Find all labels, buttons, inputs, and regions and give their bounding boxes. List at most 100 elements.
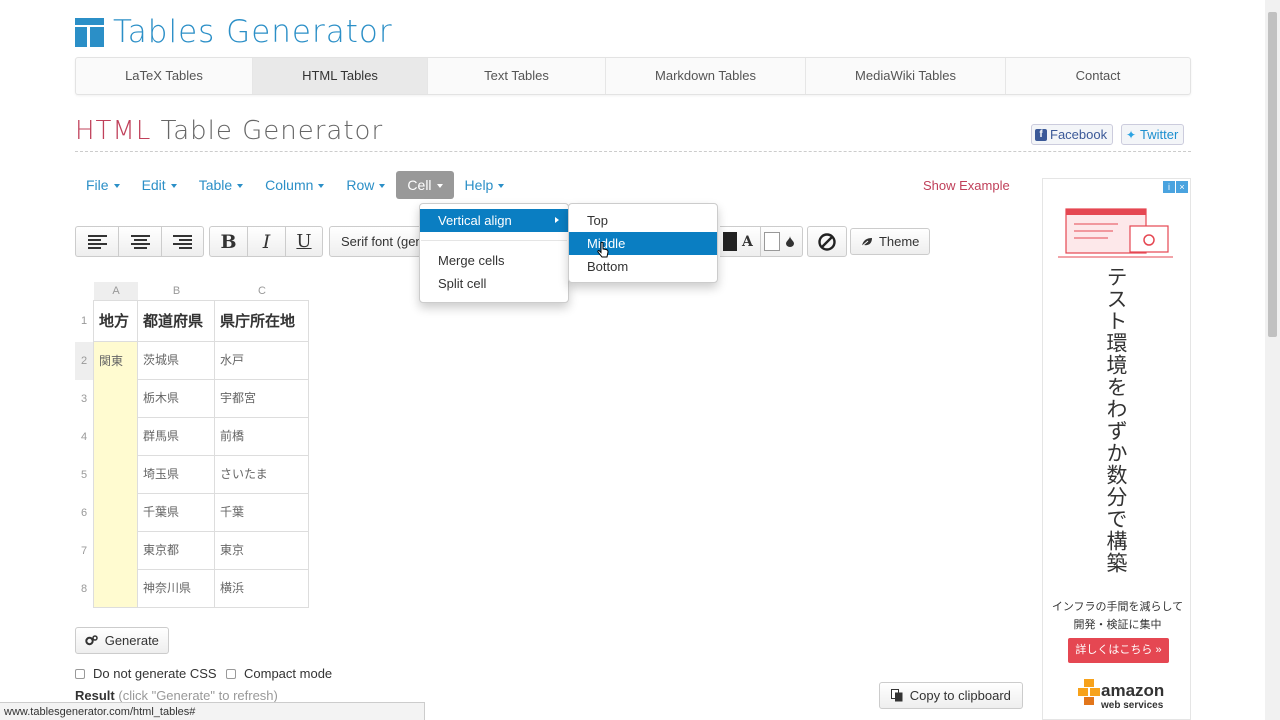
show-example-link[interactable]: Show Example [923, 178, 1010, 193]
site-logo[interactable]: Tables Generator [75, 14, 393, 50]
table-cell[interactable]: 群馬県 [138, 418, 215, 456]
table-cell[interactable]: 県庁所在地 [215, 301, 309, 342]
no-css-checkbox[interactable] [75, 668, 85, 679]
page-scrollbar[interactable] [1265, 0, 1280, 720]
row-header-8[interactable]: 8 [75, 570, 93, 608]
tab-html-tables[interactable]: HTML Tables [253, 58, 428, 94]
menu-edit[interactable]: Edit [131, 171, 188, 199]
row-header-3[interactable]: 3 [75, 380, 93, 418]
ad-subtext-2: 開発・検証に集中 [1073, 619, 1162, 631]
theme-button[interactable]: Theme [850, 228, 930, 255]
menu-item-merge-cells[interactable]: Merge cells [420, 249, 568, 272]
underline-button[interactable]: U [285, 226, 323, 257]
menu-item-split-cell[interactable]: Split cell [420, 272, 568, 295]
table-cell[interactable]: 千葉県 [138, 494, 215, 532]
menu-cell[interactable]: Cell [396, 171, 454, 199]
row-header-7[interactable]: 7 [75, 532, 93, 570]
caret-right-icon [555, 217, 559, 223]
ad-close-icon[interactable]: × [1176, 181, 1188, 193]
advertisement[interactable]: i × テスト環境をわずか数分で構築 インフラの手間を減らして 開発・検証に集中… [1042, 178, 1191, 720]
menu-file[interactable]: File [75, 171, 131, 199]
row-header-4[interactable]: 4 [75, 418, 93, 456]
row-header-1[interactable]: 1 [75, 301, 93, 342]
table-cell[interactable]: 栃木県 [138, 380, 215, 418]
table-cell[interactable]: 宇都宮 [215, 380, 309, 418]
column-header-b[interactable]: B [138, 282, 215, 300]
clear-format-button[interactable] [807, 226, 847, 257]
align-center-icon [130, 234, 150, 249]
site-name: Tables Generator [113, 14, 393, 50]
tab-markdown-tables[interactable]: Markdown Tables [606, 58, 806, 94]
ad-info-icon[interactable]: i [1163, 181, 1175, 193]
table-cell[interactable]: 東京都 [138, 532, 215, 570]
table-cell[interactable]: 横浜 [215, 570, 309, 608]
tab-latex-tables[interactable]: LaTeX Tables [76, 58, 253, 94]
no-css-option[interactable]: Do not generate CSS [75, 666, 217, 681]
menu-item-bottom[interactable]: Bottom [569, 255, 717, 278]
align-left-icon [87, 234, 107, 249]
ad-illustration [1058, 208, 1173, 258]
align-right-button[interactable] [161, 226, 204, 257]
merged-table-cell[interactable]: 関東 [94, 342, 138, 608]
background-color-swatch [764, 232, 780, 251]
table-cell[interactable]: さいたま [215, 456, 309, 494]
ad-cta-button[interactable]: 詳しくはこちら » [1068, 638, 1169, 663]
menu-item-vertical-align[interactable]: Vertical align [420, 209, 568, 232]
column-header-c[interactable]: C [215, 282, 309, 300]
ad-controls[interactable]: i × [1162, 181, 1188, 193]
twitter-button[interactable]: ✦ Twitter [1121, 124, 1185, 145]
table-cell[interactable]: 埼玉県 [138, 456, 215, 494]
caret-down-icon [318, 184, 325, 189]
text-color-button[interactable]: A [720, 226, 760, 257]
facebook-button[interactable]: f Facebook [1031, 124, 1114, 145]
align-left-button[interactable] [75, 226, 118, 257]
column-header-a[interactable]: A [94, 282, 138, 300]
table-cell[interactable]: 茨城県 [138, 342, 215, 380]
bold-button[interactable]: B [209, 226, 247, 257]
table-cell[interactable]: 神奈川県 [138, 570, 215, 608]
menu-item-top[interactable]: Top [569, 209, 717, 232]
generate-button[interactable]: Generate [75, 627, 169, 654]
browser-status-url: www.tablesgenerator.com/html_tables# [0, 702, 425, 720]
caret-down-icon [498, 184, 505, 189]
italic-button[interactable]: I [247, 226, 285, 257]
ad-subtext-1: インフラの手間を減らして [1051, 601, 1184, 613]
aws-cubes-icon [1078, 679, 1100, 705]
table-cell[interactable]: 千葉 [215, 494, 309, 532]
caret-down-icon [113, 184, 120, 189]
table-cell[interactable]: 水戸 [215, 342, 309, 380]
tab-mediawiki-tables[interactable]: MediaWiki Tables [806, 58, 1006, 94]
vertical-align-submenu: Top Middle Bottom [568, 203, 718, 283]
table-cell[interactable]: 都道府県 [138, 301, 215, 342]
font-select[interactable]: Serif font (generic) [329, 226, 421, 257]
background-color-button[interactable] [760, 226, 803, 257]
align-center-button[interactable] [118, 226, 161, 257]
menu-row[interactable]: Row [335, 171, 396, 199]
row-header-6[interactable]: 6 [75, 494, 93, 532]
caret-down-icon [436, 184, 443, 189]
table-cell[interactable]: 東京 [215, 532, 309, 570]
copy-to-clipboard-button[interactable]: Copy to clipboard [879, 682, 1023, 709]
tab-text-tables[interactable]: Text Tables [428, 58, 606, 94]
text-color-swatch [723, 232, 737, 251]
table-cell[interactable]: 地方 [94, 301, 138, 342]
table-cell[interactable]: 前橋 [215, 418, 309, 456]
compact-mode-checkbox[interactable] [226, 668, 236, 679]
scrollbar-thumb[interactable] [1268, 12, 1277, 337]
tab-contact[interactable]: Contact [1006, 58, 1190, 94]
no-symbol-icon [818, 232, 836, 251]
clipboard-icon [891, 689, 903, 702]
text-style-button-group: B I U [209, 226, 323, 257]
menu-table[interactable]: Table [188, 171, 254, 199]
menu-column[interactable]: Column [254, 171, 335, 199]
row-header-2[interactable]: 2 [75, 342, 93, 380]
result-heading: Result (click "Generate" to refresh) [75, 688, 278, 703]
menu-item-middle[interactable]: Middle [569, 232, 717, 255]
page-title: HTML Table Generator [75, 116, 384, 146]
menu-help[interactable]: Help [454, 171, 516, 199]
compact-mode-option[interactable]: Compact mode [226, 666, 332, 681]
row-header-5[interactable]: 5 [75, 456, 93, 494]
caret-down-icon [170, 184, 177, 189]
leaf-icon [860, 238, 872, 248]
caret-down-icon [237, 184, 244, 189]
